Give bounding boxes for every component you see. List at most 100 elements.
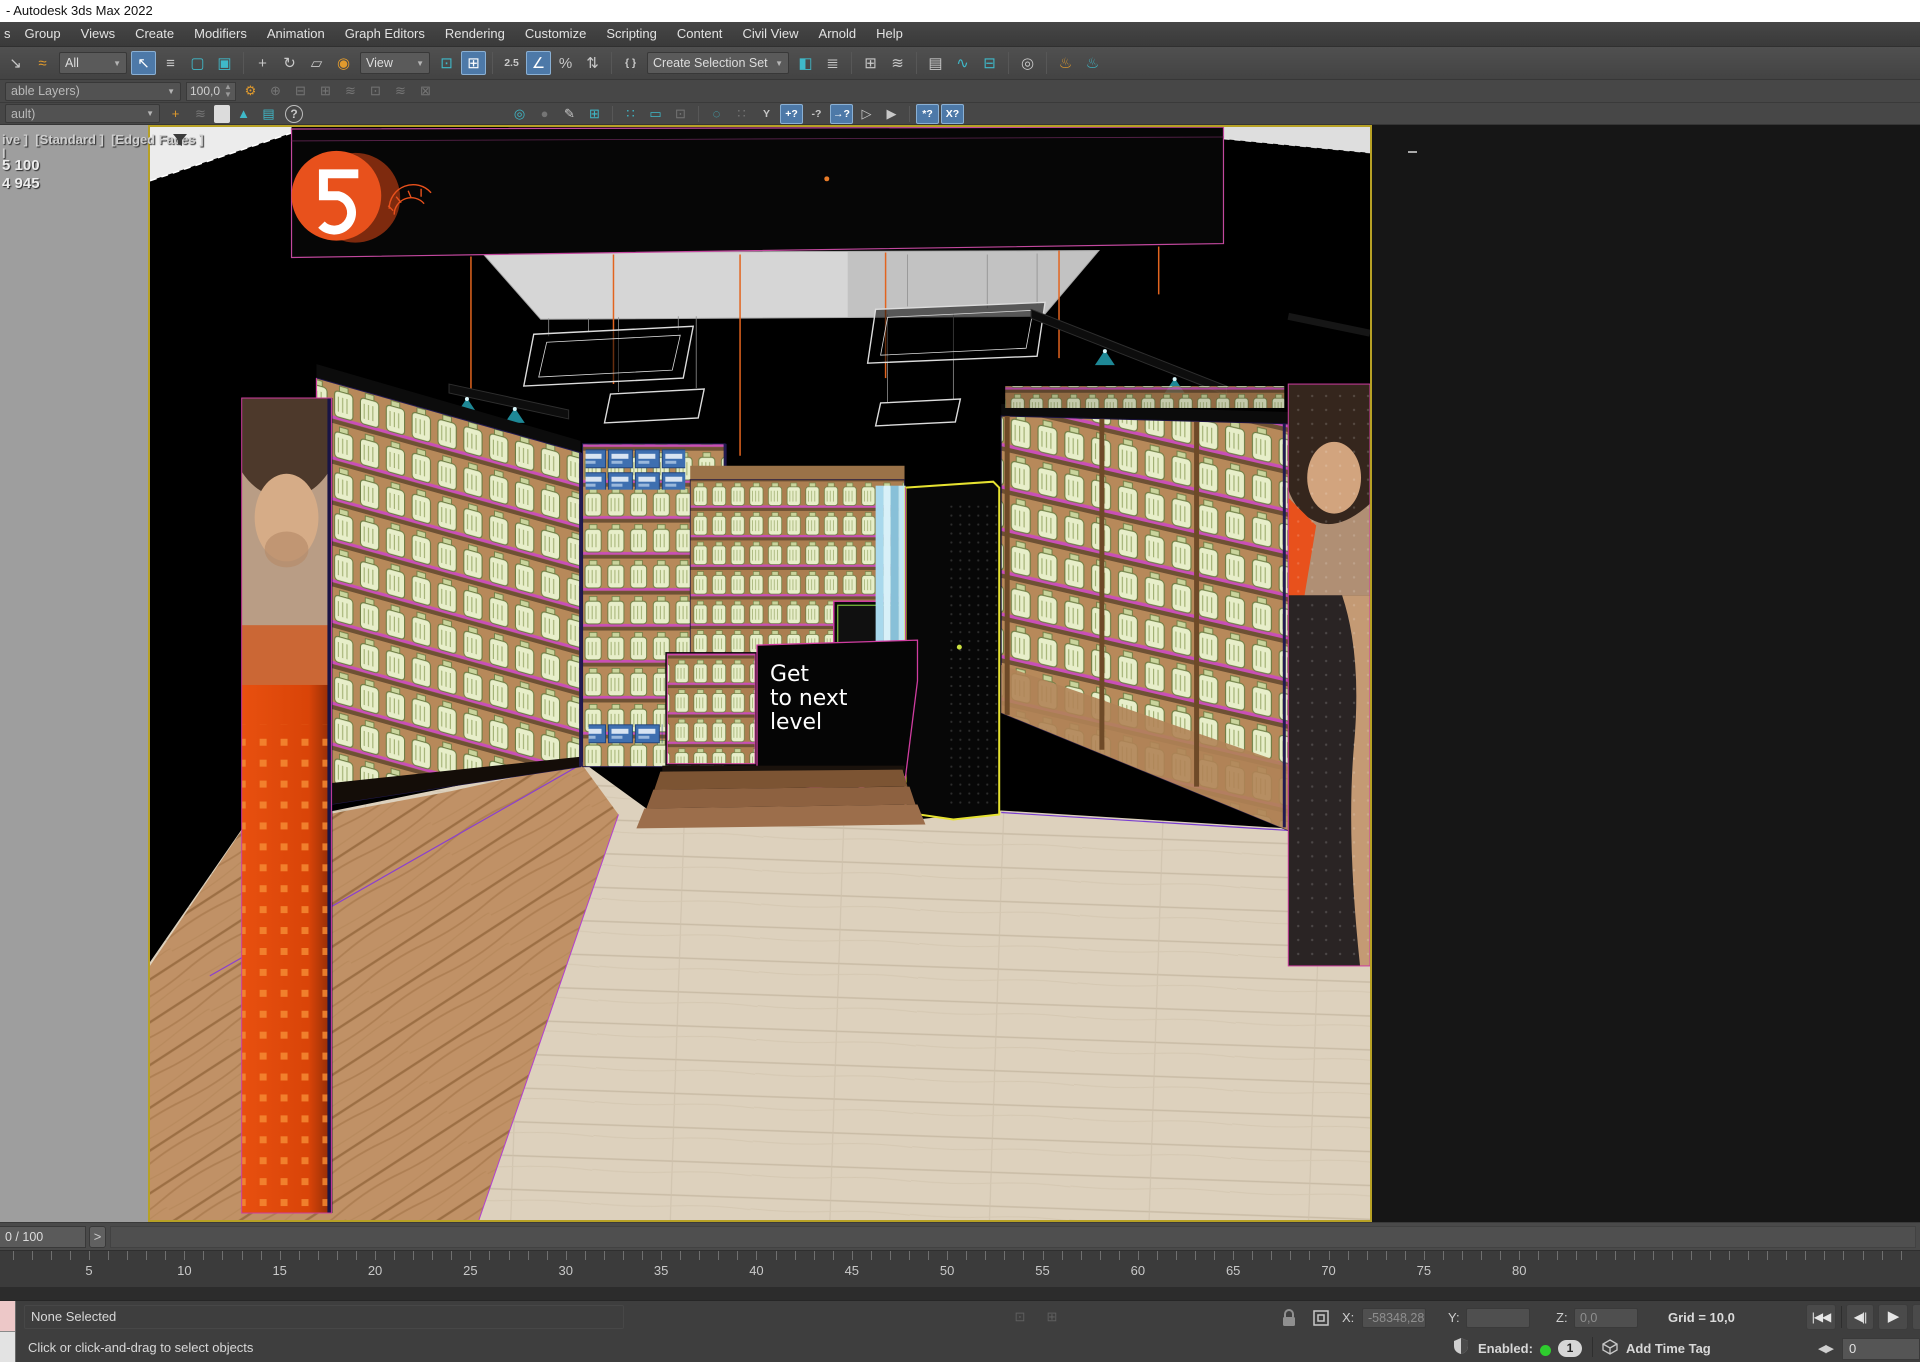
grid-snap-icon[interactable]: ∷ <box>730 104 753 124</box>
left-banner-man[interactable] <box>242 398 333 1213</box>
menu-item-graph-editors[interactable]: Graph Editors <box>335 22 435 46</box>
measure-ruler-icon[interactable]: ▭ <box>644 104 667 124</box>
x-coordinate-field[interactable]: -58348,281 <box>1362 1308 1426 1328</box>
menu-item-rendering[interactable]: Rendering <box>435 22 515 46</box>
soft-selection-icon[interactable]: ◌ <box>705 104 728 124</box>
uv-tiles-icon[interactable]: ⊞ <box>583 104 606 124</box>
select-and-link-icon[interactable]: ↘ <box>3 51 28 75</box>
time-slider-track[interactable] <box>110 1226 1916 1248</box>
go-to-start-button[interactable]: |◀◀ <box>1806 1304 1836 1330</box>
frame-spinner-arrows[interactable]: ◀▶ <box>1818 1342 1833 1355</box>
render-setup-button[interactable]: ♨ <box>1053 51 1078 75</box>
layer-explorer-button[interactable]: ≋ <box>885 51 910 75</box>
selection-filter-dropdown[interactable]: All▼ <box>59 52 127 74</box>
curve-editor-button[interactable]: ∿ <box>950 51 975 75</box>
snap-slider-button[interactable]: →? <box>830 104 853 124</box>
add-time-tag[interactable]: Add Time Tag <box>1626 1341 1711 1356</box>
menu-item-help[interactable]: Help <box>866 22 913 46</box>
lock-icon[interactable] <box>1282 1309 1296 1327</box>
selection-lock-toggle[interactable]: ⊞ <box>1040 1307 1064 1327</box>
select-by-name-button[interactable]: ≡ <box>158 51 183 75</box>
snap-x-button[interactable]: X? <box>941 104 964 124</box>
layer-percent-spinner[interactable]: 100,0▲▼ <box>186 82 236 101</box>
security-shield-icon[interactable] <box>1452 1337 1470 1355</box>
play-button[interactable]: ▶ <box>1878 1304 1908 1330</box>
menu-item-customize[interactable]: Customize <box>515 22 596 46</box>
snap-plus-button[interactable]: +? <box>780 104 803 124</box>
select-object-button[interactable]: ↖ <box>131 51 156 75</box>
select-in-layer-button[interactable]: ≋ <box>339 81 362 101</box>
filter-funnel-icon[interactable] <box>172 133 188 147</box>
selection-set-dropdown[interactable]: Create Selection Set▼ <box>647 52 789 74</box>
material-editor-button[interactable]: ◎ <box>1015 51 1040 75</box>
ribbon-toggle-button[interactable]: ▤ <box>923 51 948 75</box>
time-ruler[interactable]: 5101520253035404550556065707580 <box>0 1250 1920 1287</box>
perspective-viewport[interactable]: Get to next level <box>148 125 1372 1222</box>
snaps-toggle-button[interactable]: 2.5 <box>499 51 524 75</box>
mirror-button[interactable]: ◧ <box>793 51 818 75</box>
listener-script-cell[interactable] <box>0 1332 15 1362</box>
maxscript-mini-listener[interactable] <box>0 1301 16 1362</box>
arrow-outline-icon[interactable]: ▷ <box>855 104 878 124</box>
set-current-layer-button[interactable]: ⊡ <box>364 81 387 101</box>
snap-dash-icon[interactable]: -? <box>805 104 828 124</box>
right-banner-woman[interactable] <box>1288 384 1370 966</box>
isolate-selection-toggle[interactable]: ⊡ <box>1008 1307 1032 1327</box>
edit-pencil-icon[interactable]: ✎ <box>558 104 581 124</box>
rectangular-selection-button[interactable]: ▢ <box>185 51 210 75</box>
menu-item-content[interactable]: Content <box>667 22 733 46</box>
help-button[interactable]: ? <box>285 105 303 123</box>
arrow-filled-icon[interactable]: ▶ <box>880 104 903 124</box>
sphere-icon[interactable]: ● <box>533 104 556 124</box>
working-pivot-button[interactable]: ◎ <box>508 104 531 124</box>
display-stand[interactable]: Get to next level <box>636 640 925 828</box>
layer-manager-button[interactable]: ⚙ <box>239 81 262 101</box>
delete-layer-button[interactable]: ⊟ <box>289 81 312 101</box>
use-pivot-point-button[interactable]: ⊡ <box>434 51 459 75</box>
scene-canvas[interactable]: Get to next level <box>150 127 1370 1220</box>
percent-snap-button[interactable]: % <box>553 51 578 75</box>
dots-grid-icon[interactable]: ∷ <box>619 104 642 124</box>
menu-item-arnold[interactable]: Arnold <box>809 22 867 46</box>
menu-item-scripting[interactable]: Scripting <box>596 22 667 46</box>
align-button[interactable]: ≣ <box>820 51 845 75</box>
menu-item-views[interactable]: Views <box>71 22 125 46</box>
select-and-scale-button[interactable]: ▱ <box>304 51 329 75</box>
previous-frame-button[interactable]: ◀|| <box>1846 1304 1874 1330</box>
capture-states-icon[interactable]: ⊡ <box>669 104 692 124</box>
time-slider-handle[interactable]: 0 / 100 <box>0 1226 86 1248</box>
absolute-offset-toggle[interactable] <box>1312 1309 1330 1327</box>
menu-item-civil-view[interactable]: Civil View <box>732 22 808 46</box>
select-and-rotate-button[interactable]: ↻ <box>277 51 302 75</box>
menu-item-group[interactable]: Group <box>15 22 71 46</box>
left-shelving[interactable] <box>316 364 580 806</box>
select-and-place-button[interactable]: ◉ <box>331 51 356 75</box>
y-coordinate-field[interactable] <box>1466 1308 1530 1328</box>
secondary-viewport[interactable] <box>1372 125 1920 1222</box>
add-selection-to-layer-button[interactable]: + <box>164 104 187 124</box>
add-to-layer-button[interactable]: ⊞ <box>314 81 337 101</box>
listener-log-button[interactable]: ▤ <box>257 104 280 124</box>
ik-chain-icon[interactable]: Y <box>755 104 778 124</box>
select-and-manipulate-button[interactable]: ⊞ <box>461 51 486 75</box>
left-viewport[interactable] <box>0 125 148 1222</box>
white-swatch[interactable] <box>214 105 230 123</box>
named-selection-sets-button[interactable]: { } <box>618 51 643 75</box>
menu-item-create[interactable]: Create <box>125 22 184 46</box>
listener-macro-cell[interactable] <box>0 1301 15 1332</box>
angle-snap-button[interactable]: ∠ <box>526 51 551 75</box>
schematic-view-button[interactable]: ⊟ <box>977 51 1002 75</box>
spinner-snap-button[interactable]: ⇅ <box>580 51 605 75</box>
crossing-selection-button[interactable]: ▣ <box>212 51 237 75</box>
menu-item-s[interactable]: s <box>0 22 15 46</box>
store-fascia[interactable] <box>292 127 1224 258</box>
create-layer-button[interactable]: ⊕ <box>264 81 287 101</box>
layer-list-dropdown[interactable]: able Layers)▼ <box>5 82 181 101</box>
active-layer-dropdown[interactable]: ault)▼ <box>5 104 160 123</box>
select-and-move-button[interactable]: + <box>250 51 275 75</box>
rendered-frame-button[interactable]: ♨ <box>1080 51 1105 75</box>
populate-button[interactable]: ▲ <box>232 104 255 124</box>
remove-from-layer-button[interactable]: ⊠ <box>414 81 437 101</box>
bind-to-space-warp-icon[interactable]: ≈ <box>30 51 55 75</box>
current-frame-field[interactable]: 0 <box>1842 1338 1920 1360</box>
